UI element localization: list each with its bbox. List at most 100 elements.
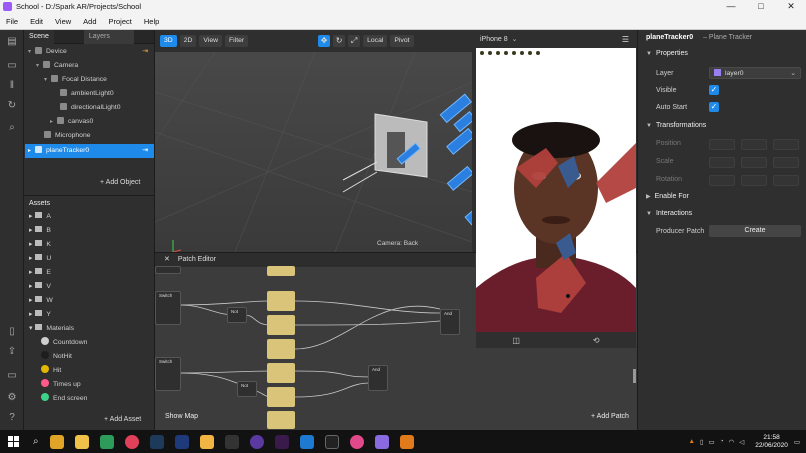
asset-folder[interactable]: ▸ V [29, 280, 51, 294]
asset-folder[interactable]: ▸ B [29, 224, 51, 238]
tab-scene[interactable]: Scene [24, 29, 54, 44]
maximize-button[interactable]: □ [746, 1, 776, 12]
layer-dropdown[interactable]: layer0 ⌄ [709, 67, 801, 79]
add-asset-button[interactable]: + Add Asset [104, 416, 141, 423]
tray-usb-icon[interactable]: ▯ [700, 438, 704, 446]
menu-add[interactable]: Add [77, 17, 102, 26]
transformations-section[interactable]: ▼ Transformations [646, 122, 706, 129]
menu-help[interactable]: Help [138, 17, 165, 26]
app-icon[interactable] [224, 434, 239, 449]
photoshop-icon[interactable] [174, 434, 189, 449]
windows-start-icon[interactable] [8, 436, 19, 447]
tray-vlc-icon[interactable]: ▲ [689, 438, 695, 445]
patch-node[interactable] [267, 291, 295, 311]
rotate-device-icon[interactable]: ⟲ [593, 336, 600, 345]
tray-volume-icon[interactable]: ◁ [739, 438, 744, 446]
filter-dropdown[interactable]: Filter [225, 35, 249, 47]
patch-node[interactable] [267, 363, 295, 383]
add-patch-button[interactable]: + Add Patch [591, 413, 629, 420]
notifications-icon[interactable]: ▭ [794, 438, 800, 446]
tray-wifi-icon[interactable]: ◠ [729, 438, 735, 446]
patch-node[interactable] [267, 339, 295, 359]
move-tool-icon[interactable]: ✥ [318, 35, 331, 47]
settings-icon[interactable]: ⚙ [6, 392, 18, 404]
rotate-tool-icon[interactable]: ↻ [333, 35, 346, 47]
patch-node[interactable] [267, 266, 295, 276]
tree-item-device[interactable]: ▾ Device ⇥ [28, 45, 154, 59]
create-button[interactable]: Create [709, 225, 801, 237]
tray-chat-icon[interactable]: ▭ [709, 438, 715, 446]
video-icon[interactable]: ▭ [6, 60, 18, 72]
not-patch-node[interactable]: Not [227, 307, 247, 323]
tree-item-ambient-light[interactable]: ambientLight0 [60, 87, 114, 101]
screenshot-icon[interactable]: ◫ [512, 336, 520, 345]
app-icon[interactable] [99, 434, 114, 449]
terminal-icon[interactable] [324, 434, 339, 449]
close-button[interactable]: ✕ [776, 1, 806, 12]
help-icon[interactable]: ? [6, 412, 18, 424]
tree-item-focal-distance[interactable]: ▾ Focal Distance [44, 73, 107, 87]
patch-node[interactable] [267, 411, 295, 429]
asset-folder[interactable]: ▸ E [29, 266, 51, 280]
pause-icon[interactable]: ‖ [6, 80, 18, 92]
upload-icon[interactable]: ⇪ [6, 346, 18, 358]
rotation-x-field[interactable] [709, 175, 735, 186]
enable-for-section[interactable]: ▶ Enable For [646, 193, 689, 200]
position-z-field[interactable] [773, 139, 799, 150]
menu-icon[interactable]: ☰ [622, 35, 629, 44]
patch-node[interactable] [155, 266, 181, 274]
menu-project[interactable]: Project [103, 17, 138, 26]
zoom-icon[interactable]: ⌕ [6, 122, 18, 134]
lightroom-icon[interactable] [149, 434, 164, 449]
tree-item-directional-light[interactable]: directionalLight0 [60, 101, 121, 115]
asset-folder[interactable]: ▸ A [29, 210, 51, 224]
menu-file[interactable]: File [0, 17, 24, 26]
auto-start-checkbox[interactable]: ✓ [709, 102, 719, 112]
mode-2d-button[interactable]: 2D [179, 35, 197, 47]
view-dropdown[interactable]: View [199, 35, 223, 47]
tab-layers[interactable]: Layers [83, 29, 134, 44]
add-object-button[interactable]: + Add Object [100, 179, 140, 186]
asset-folder-materials[interactable]: ▾ Materials [29, 322, 74, 336]
app-icon[interactable] [199, 434, 214, 449]
restart-icon[interactable]: ↻ [6, 100, 18, 112]
local-button[interactable]: Local [363, 35, 388, 47]
search-icon[interactable]: ⌕ [33, 436, 39, 447]
simulator-screen[interactable] [476, 48, 636, 332]
tray-network-icon[interactable]: ◔ [720, 438, 724, 445]
scene-viewport[interactable]: 3D 2D View Filter ✥ ↻ ⤢ Local Pivot Came… [155, 30, 472, 252]
folder-icon[interactable]: ▭ [6, 370, 18, 382]
spark-ar-taskbar-icon[interactable] [374, 434, 389, 449]
material-item[interactable]: End screen [29, 392, 87, 406]
test-on-device-icon[interactable]: ▯ [6, 326, 18, 338]
scale-z-field[interactable] [773, 157, 799, 168]
rotation-z-field[interactable] [773, 175, 799, 186]
menu-view[interactable]: View [49, 17, 77, 26]
vscode-icon[interactable] [299, 434, 314, 449]
and-patch-node[interactable]: And [440, 309, 460, 335]
menu-edit[interactable]: Edit [24, 17, 49, 26]
asset-folder[interactable]: ▸ U [29, 252, 51, 266]
app-icon[interactable] [249, 434, 264, 449]
mode-3d-button[interactable]: 3D [160, 35, 177, 47]
scale-y-field[interactable] [741, 157, 767, 168]
asset-folder[interactable]: ▸ K [29, 238, 51, 252]
system-clock[interactable]: 21:58 22/06/2020 [755, 434, 788, 450]
patch-node[interactable] [267, 315, 295, 335]
file-explorer-icon[interactable] [74, 434, 89, 449]
rotation-y-field[interactable] [741, 175, 767, 186]
patch-node[interactable] [267, 387, 295, 407]
asset-folder[interactable]: ▸ Y [29, 308, 51, 322]
tree-item-microphone[interactable]: Microphone [44, 129, 91, 143]
and-patch-node[interactable]: And [368, 365, 388, 391]
scale-tool-icon[interactable]: ⤢ [348, 35, 361, 47]
patch-scrollbar[interactable] [633, 369, 636, 383]
material-item[interactable]: NotHit [29, 350, 72, 364]
scale-x-field[interactable] [709, 157, 735, 168]
asset-folder[interactable]: ▸ W [29, 294, 53, 308]
material-item[interactable]: Hit [29, 364, 61, 378]
tree-item-camera[interactable]: ▾ Camera [36, 59, 78, 73]
show-map-button[interactable]: Show Map [165, 413, 198, 420]
layout-icon[interactable]: ▤ [6, 36, 18, 48]
media-player-icon[interactable] [124, 434, 139, 449]
